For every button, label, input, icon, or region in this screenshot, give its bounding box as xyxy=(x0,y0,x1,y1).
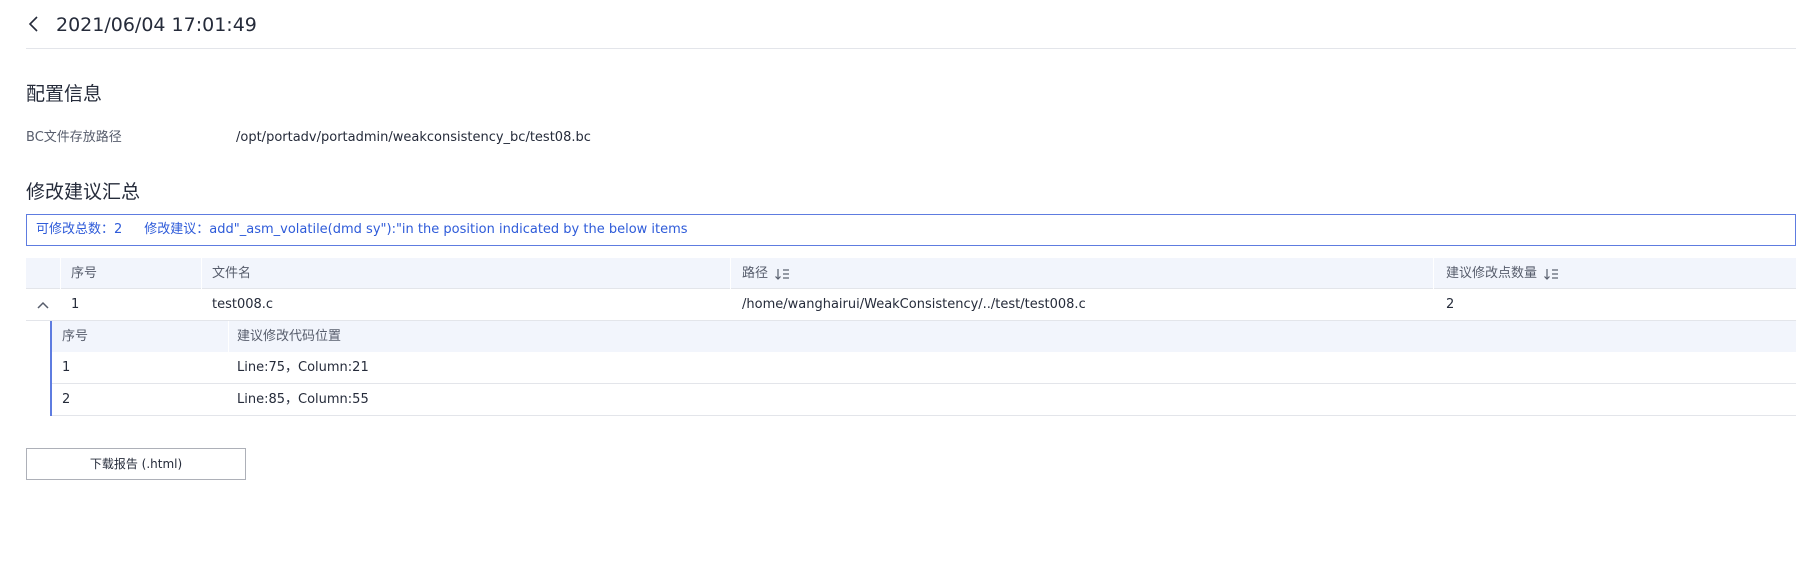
download-report-button[interactable]: 下载报告 (.html) xyxy=(26,448,246,480)
detail-row-index: 1 xyxy=(62,360,71,375)
total-modifications: 可修改总数：2 xyxy=(36,222,123,237)
page-title: 2021/06/04 17:01:49 xyxy=(56,14,257,36)
config-section-title: 配置信息 xyxy=(26,83,103,105)
sort-icon[interactable] xyxy=(774,267,790,281)
suggestion-table: 序号 文件名 路径 建议修改点数量 1 test008.c /home/wang… xyxy=(26,258,1796,416)
table-row[interactable]: 1 test008.c /home/wanghairui/WeakConsist… xyxy=(26,289,1796,321)
summary-banner: 可修改总数：2 修改建议：add"_asm_volatile(dmd sy"):"… xyxy=(26,214,1796,246)
expanded-detail-table: 序号 建议修改代码位置 1 Line:75，Column:21 2 Line:8… xyxy=(50,321,1796,416)
column-filename: 文件名 xyxy=(212,266,252,281)
detail-row: 2 Line:85，Column:55 xyxy=(52,384,1796,416)
detail-table-header: 序号 建议修改代码位置 xyxy=(52,321,1796,352)
detail-row-position: Line:85，Column:55 xyxy=(237,392,369,407)
detail-column-position: 建议修改代码位置 xyxy=(237,329,342,344)
bc-path-value: /opt/portadv/portadmin/weakconsistency_b… xyxy=(236,130,591,145)
column-path: 路径 xyxy=(742,258,790,289)
sort-icon[interactable] xyxy=(1543,267,1559,281)
row-filename: test008.c xyxy=(212,297,274,312)
detail-row: 1 Line:75，Column:21 xyxy=(52,352,1796,384)
chevron-left-icon[interactable] xyxy=(26,13,42,35)
column-count: 建议修改点数量 xyxy=(1446,258,1559,289)
chevron-up-icon[interactable] xyxy=(35,298,51,312)
modification-suggestion: 修改建议：add"_asm_volatile(dmd sy"):"in the … xyxy=(144,222,688,237)
summary-section-title: 修改建议汇总 xyxy=(26,181,141,203)
detail-row-position: Line:75，Column:21 xyxy=(237,360,369,375)
row-path: /home/wanghairui/WeakConsistency/../test… xyxy=(742,297,1086,312)
table-header: 序号 文件名 路径 建议修改点数量 xyxy=(26,258,1796,289)
row-count: 2 xyxy=(1446,297,1455,312)
detail-row-index: 2 xyxy=(62,392,71,407)
page-header: 2021/06/04 17:01:49 xyxy=(26,0,1796,49)
detail-column-index: 序号 xyxy=(62,329,89,344)
row-index: 1 xyxy=(71,297,80,312)
column-index: 序号 xyxy=(71,266,98,281)
bc-path-label: BC文件存放路径 xyxy=(26,130,122,145)
